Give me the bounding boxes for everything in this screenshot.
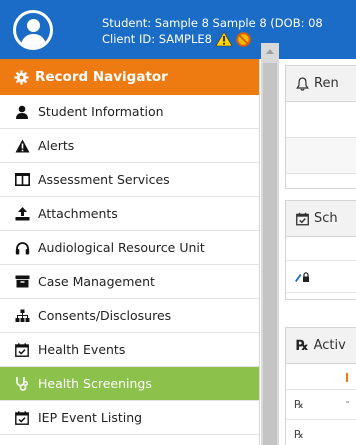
nav-item-student-information[interactable]: Student Information bbox=[0, 95, 259, 129]
nav-item-audiological-resource-unit[interactable]: Audiological Resource Unit bbox=[0, 231, 259, 265]
sidebar-scrollbar[interactable] bbox=[261, 43, 279, 445]
schedule-panel-header[interactable]: Sch bbox=[286, 201, 356, 237]
prescription-icon: ℞ bbox=[296, 337, 309, 354]
record-navigator-title: Record Navigator bbox=[35, 69, 168, 85]
active-row[interactable]: ℞ bbox=[286, 420, 356, 445]
nav-item-alerts[interactable]: Alerts bbox=[0, 129, 259, 163]
schedule-row bbox=[286, 261, 356, 293]
scrollbar-thumb[interactable] bbox=[263, 63, 277, 445]
student-header: Student: Sample 8 Sample 8 (DOB: 08 Clie… bbox=[0, 0, 356, 59]
nav-item-assessment-services[interactable]: Assessment Services bbox=[0, 163, 259, 197]
user-icon bbox=[14, 104, 30, 120]
row-marker bbox=[346, 401, 349, 403]
scroll-up-arrow-icon[interactable] bbox=[266, 49, 274, 54]
nav-item-label: Health Screenings bbox=[38, 376, 152, 391]
active-panel: ℞ Activ ℞ ℞ bbox=[285, 327, 356, 445]
headphones-icon bbox=[14, 240, 30, 256]
nav-item-health-screenings[interactable]: Health Screenings bbox=[0, 367, 259, 401]
no-consent-icon[interactable] bbox=[236, 31, 251, 47]
bell-icon bbox=[296, 76, 309, 91]
nav-item-label: IEP Event Listing bbox=[38, 410, 143, 425]
gear-icon bbox=[14, 69, 29, 85]
prescription-icon: ℞ bbox=[294, 428, 304, 441]
nav-item-label: Case Management bbox=[38, 274, 155, 289]
nav-item-label: Audiological Resource Unit bbox=[38, 240, 205, 255]
stethoscope-icon bbox=[14, 376, 30, 392]
student-name-dob: Student: Sample 8 Sample 8 (DOB: 08 bbox=[102, 16, 323, 30]
nav-item-label: Consents/Disclosures bbox=[38, 308, 172, 323]
nav-item-case-management[interactable]: Case Management bbox=[0, 265, 259, 299]
sort-indicator-icon bbox=[346, 373, 348, 382]
nav-item-iep-event-listing[interactable]: IEP Event Listing bbox=[0, 401, 259, 435]
nav-item-attachments[interactable]: Attachments bbox=[0, 197, 259, 231]
calendar-check-icon bbox=[14, 410, 30, 426]
calendar-check-icon bbox=[14, 342, 30, 358]
archive-icon bbox=[14, 274, 30, 290]
record-navigator-header: Record Navigator bbox=[0, 59, 259, 95]
active-row[interactable]: ℞ bbox=[286, 390, 356, 420]
columns-icon bbox=[14, 172, 30, 188]
active-title: Activ bbox=[313, 338, 346, 353]
nav-item-health-events[interactable]: Health Events bbox=[0, 333, 259, 367]
alert-icon bbox=[14, 138, 30, 154]
upload-icon bbox=[14, 206, 30, 222]
schedule-title: Sch bbox=[314, 211, 338, 226]
nav-item-label: Assessment Services bbox=[38, 172, 170, 187]
reminders-panel: Ren bbox=[285, 65, 356, 189]
reminders-panel-header[interactable]: Ren bbox=[286, 66, 356, 102]
reminders-row bbox=[286, 138, 356, 174]
reminders-title: Ren bbox=[314, 76, 339, 91]
schedule-row bbox=[286, 237, 356, 261]
active-header-row bbox=[286, 364, 356, 390]
warning-icon[interactable] bbox=[215, 31, 233, 47]
schedule-panel: Sch bbox=[285, 200, 356, 300]
active-panel-header[interactable]: ℞ Activ bbox=[286, 328, 356, 364]
nav-item-label: Health Events bbox=[38, 342, 126, 357]
main-content: Ren Sch ℞ Activ ℞ ℞ bbox=[280, 59, 356, 445]
calendar-check-icon bbox=[296, 212, 309, 225]
nav-item-label: Student Information bbox=[38, 104, 164, 119]
edit-lock-icon[interactable] bbox=[294, 271, 310, 283]
student-avatar-icon[interactable] bbox=[13, 10, 53, 50]
nav-item-consents-disclosures[interactable]: Consents/Disclosures bbox=[0, 299, 259, 333]
prescription-icon: ℞ bbox=[294, 398, 304, 411]
reminders-row bbox=[286, 102, 356, 138]
client-id: Client ID: SAMPLE8 bbox=[102, 32, 212, 46]
student-summary: Student: Sample 8 Sample 8 (DOB: 08 Clie… bbox=[102, 15, 323, 47]
nav-item-label: Attachments bbox=[38, 206, 118, 221]
record-navigator: Record Navigator Student Information Ale… bbox=[0, 59, 260, 445]
nav-item-label: Alerts bbox=[38, 138, 75, 153]
sitemap-icon bbox=[14, 308, 30, 324]
